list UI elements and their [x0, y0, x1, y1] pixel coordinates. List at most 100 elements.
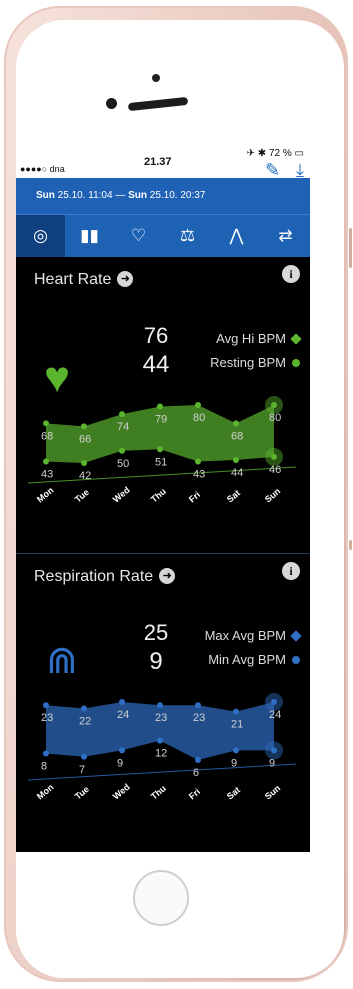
data-label-high: 80 — [193, 412, 205, 424]
tab-export[interactable]: ⇄ — [261, 215, 310, 257]
data-label-low: 43 — [193, 468, 205, 480]
data-label-low: 12 — [155, 748, 167, 760]
home-button[interactable] — [133, 870, 189, 926]
download-icon[interactable]: ⤓ — [296, 161, 304, 179]
chart-axis-line — [27, 466, 297, 484]
point-resting-bpm — [119, 447, 125, 454]
data-label-high: 22 — [79, 715, 91, 727]
point-resting-bpm — [157, 446, 163, 453]
data-label-high: 68 — [231, 430, 243, 442]
export-icon: ⇄ — [278, 226, 293, 245]
point-min-avg-bpm — [195, 757, 201, 763]
highlight-point-high — [265, 693, 283, 711]
point-max-avg-bpm — [119, 699, 125, 705]
data-label-low: 6 — [193, 767, 199, 779]
point-avg-hi-bpm — [81, 423, 87, 430]
tab-waveform[interactable]: ⋀ — [212, 215, 261, 257]
point-avg-hi-bpm — [157, 403, 163, 410]
tab-heart[interactable]: ♡ — [114, 215, 163, 257]
highlight-point-high — [265, 396, 283, 414]
point-max-avg-bpm — [157, 702, 163, 709]
x-tick-label: Sat — [225, 785, 242, 802]
app-screen: ●●●●○ dna 21.37 ✈ ✱ 72 % ▭ ✎ ⤓ Sun 25.10… — [16, 146, 310, 852]
point-avg-hi-bpm — [233, 420, 239, 427]
carrier-label: ●●●●○ dna — [20, 164, 65, 174]
pencil-icon[interactable]: ✎ — [265, 161, 280, 179]
battery-label: ✈ ✱ 72 % ▭ — [246, 148, 304, 159]
x-tick-label: Wed — [111, 485, 132, 505]
data-label-low: 9 — [231, 757, 237, 769]
point-resting-bpm — [81, 460, 87, 466]
point-max-avg-bpm — [43, 702, 49, 709]
point-avg-hi-bpm — [195, 402, 201, 408]
x-tick-label: Sun — [263, 783, 282, 802]
tab-bar-chart[interactable]: ▮▮ — [65, 215, 114, 257]
point-resting-bpm — [43, 458, 49, 465]
x-tick-label: Fri — [187, 786, 202, 801]
data-label-low: 42 — [79, 470, 91, 482]
data-label-high: 79 — [155, 414, 167, 426]
point-max-avg-bpm — [233, 708, 239, 715]
x-tick-label: Tue — [73, 487, 91, 505]
tab-gauge[interactable]: ◎ — [16, 215, 65, 257]
highlight-point-low — [265, 447, 283, 466]
data-label-high: 23 — [155, 712, 167, 724]
front-camera — [106, 98, 117, 109]
point-avg-hi-bpm — [119, 411, 125, 418]
date-range-bar[interactable]: Sun 25.10. 11:04 — Sun 25.10. 20:37 — [16, 178, 310, 214]
bar-chart-icon: ▮▮ — [80, 226, 99, 245]
side-button — [349, 540, 352, 550]
data-label-low: 43 — [41, 468, 53, 480]
data-label-high: 21 — [231, 719, 243, 731]
point-resting-bpm — [233, 456, 239, 463]
waveform-icon: ⋀ — [229, 226, 244, 245]
x-tick-label: Mon — [35, 782, 56, 802]
x-tick-label: Sun — [263, 486, 282, 505]
scale-icon: ⚖ — [179, 226, 196, 245]
respiration-panel: Respiration Rate ➜ i ⋒ 25 9 Max Avg BPM M… — [16, 554, 310, 850]
respiration-chart: 238Mon227Tue249Wed2312Thu236Fri219Sat249… — [27, 693, 297, 802]
data-label-low: 44 — [231, 467, 243, 479]
point-min-avg-bpm — [233, 747, 239, 754]
gauge-icon: ◎ — [33, 226, 48, 245]
data-label-high: 68 — [41, 430, 53, 442]
chart-axis-line — [27, 763, 297, 781]
data-label-high: 23 — [41, 712, 53, 724]
data-label-high: 66 — [79, 433, 91, 445]
heart-pulse-icon: ♡ — [130, 226, 147, 245]
clock: 21.37 — [144, 156, 172, 168]
point-resting-bpm — [195, 458, 201, 465]
x-tick-label: Thu — [149, 783, 168, 801]
x-tick-label: Fri — [187, 489, 202, 504]
data-label-high: 24 — [117, 709, 129, 721]
data-label-low: 51 — [155, 456, 167, 468]
point-min-avg-bpm — [81, 753, 87, 760]
x-tick-label: Sat — [225, 488, 242, 505]
point-min-avg-bpm — [157, 737, 163, 744]
point-max-avg-bpm — [195, 702, 201, 709]
tab-bar: ◎ ▮▮ ♡ ⚖ ⋀ ⇄ — [16, 214, 310, 257]
volume-button — [349, 228, 352, 268]
point-min-avg-bpm — [43, 750, 49, 757]
phone-frame: ●●●●○ dna 21.37 ✈ ✱ 72 % ▭ ✎ ⤓ Sun 25.10… — [0, 0, 353, 989]
x-tick-label: Tue — [73, 784, 91, 802]
sensor-dot — [152, 74, 160, 82]
data-label-low: 50 — [117, 458, 129, 470]
highlight-point-low — [265, 741, 283, 760]
data-label-high: 74 — [117, 421, 129, 433]
data-label-low: 9 — [117, 757, 123, 769]
data-label-low: 7 — [79, 764, 85, 776]
toolbar: ✎ ⤓ — [265, 161, 304, 179]
heart-rate-panel: Heart Rate ➜ i ♥ 76 44 Avg Hi BPM Resting… — [16, 257, 310, 554]
data-label-low: 8 — [41, 761, 47, 773]
tab-scale[interactable]: ⚖ — [163, 215, 212, 257]
status-bar: ●●●●○ dna 21.37 ✈ ✱ 72 % ▭ ✎ ⤓ — [16, 146, 310, 179]
point-min-avg-bpm — [119, 747, 125, 754]
point-avg-hi-bpm — [43, 420, 49, 427]
heart-rate-chart: 68 43 Mon 66 42 Tue 74 50 Wed 79 51 Thu 80 43 Fri 68 44 S… — [27, 396, 297, 505]
point-max-avg-bpm — [81, 705, 87, 712]
x-tick-label: Wed — [111, 782, 132, 802]
x-tick-label: Mon — [35, 485, 56, 505]
data-label-high: 23 — [193, 712, 205, 724]
x-tick-label: Thu — [149, 486, 168, 504]
